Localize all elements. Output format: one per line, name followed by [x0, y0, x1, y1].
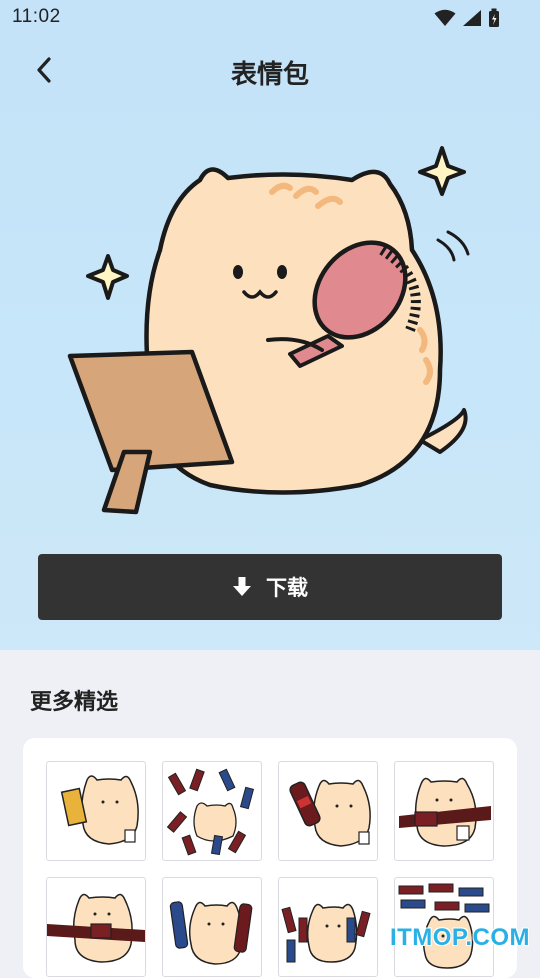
status-bar: 11:02	[0, 0, 540, 36]
sticker-thumbnail-cat-with-drink[interactable]	[46, 761, 146, 861]
cellular-signal-icon	[463, 10, 481, 26]
battery-icon	[489, 8, 499, 27]
status-icons	[434, 8, 500, 28]
wifi-icon	[434, 9, 456, 26]
download-button[interactable]: 下载	[38, 554, 502, 620]
sticker-thumbnail-cat-bottles-crowd[interactable]	[278, 877, 378, 977]
sticker-thumbnail-cat-with-two-bottles[interactable]	[162, 877, 262, 977]
watermark-text: ITMOP.COM	[389, 924, 530, 951]
sticker-thumbnail-cat-surrounded-by-bottles[interactable]	[162, 761, 262, 861]
status-time: 11:02	[12, 6, 61, 27]
sticker-thumbnail-cat-pouring-cola[interactable]	[394, 761, 494, 861]
app-header: 表情包	[0, 40, 540, 104]
sticker-thumbnail-cat-spilling-cola[interactable]	[46, 877, 146, 977]
sparkle-icon	[86, 254, 129, 300]
download-label: 下载	[266, 576, 308, 600]
sparkle-icon	[418, 146, 466, 196]
sticker-preview-image	[67, 146, 470, 515]
download-arrow-icon	[233, 577, 251, 596]
sticker-thumbnail-cat-with-cola-bottle[interactable]	[278, 761, 378, 861]
page-title: 表情包	[230, 60, 309, 90]
more-section-title: 更多精选	[30, 690, 119, 715]
